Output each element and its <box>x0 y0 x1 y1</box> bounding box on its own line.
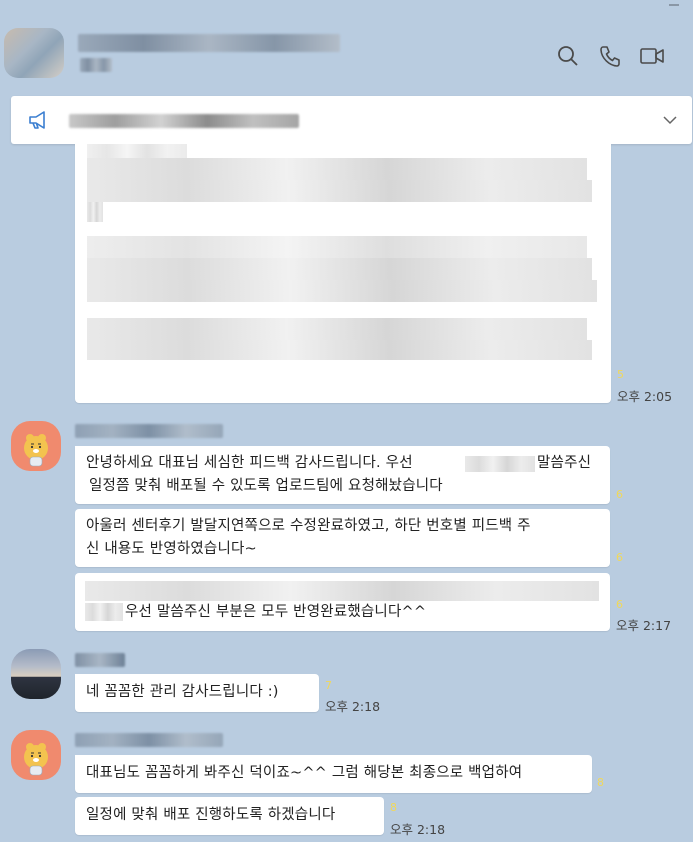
message-bubble[interactable]: 아울러 센터후기 발달지연쪽으로 수정완료하였고, 하단 번호별 피드백 주 신… <box>75 509 610 567</box>
message-time: 오후 2:18 <box>390 822 446 837</box>
message-bubble[interactable]: 안녕하세요 대표님 세심한 피드백 감사드립니다. 우선 말씀주신 일정쯤 맞춰… <box>75 446 610 504</box>
blurred-text-line <box>85 603 123 621</box>
unread-count: 5 <box>617 368 624 381</box>
blurred-text-line <box>87 318 587 340</box>
message-text: 네 꼼꼼한 관리 감사드립니다 :) <box>86 684 279 700</box>
message-text: 일정에 맞춰 배포 진행하도록 하겠습니다 <box>86 807 336 823</box>
chatroom-avatar[interactable] <box>4 28 64 78</box>
blurred-text-line <box>87 236 587 258</box>
unread-count: 6 <box>616 488 623 501</box>
message-bubble[interactable]: 일정에 맞춰 배포 진행하도록 하겠습니다 <box>75 797 384 835</box>
blurred-text <box>465 456 535 472</box>
chevron-down-icon[interactable] <box>658 108 682 132</box>
sender-name <box>75 424 223 438</box>
message-time: 오후 2:18 <box>325 699 381 714</box>
message-text: 안녕하세요 대표님 세심한 피드백 감사드립니다. 우선 <box>86 455 413 471</box>
message-text: 말씀주신 <box>537 455 592 471</box>
sender-avatar[interactable] <box>11 421 61 471</box>
notice-bar[interactable] <box>11 96 692 144</box>
unread-count: 6 <box>616 598 623 611</box>
message-time: 오후 2:05 <box>617 389 673 404</box>
sender-avatar[interactable] <box>11 730 61 780</box>
unread-count: 8 <box>390 801 397 814</box>
chatroom-title[interactable] <box>78 34 340 52</box>
message-text: 아울러 센터후기 발달지연쪽으로 수정완료하였고, 하단 번호별 피드백 주 <box>86 518 531 534</box>
blurred-text-line <box>87 202 103 222</box>
message-bubble[interactable]: 대표님도 꼼꼼하게 봐주신 덕이죠~^^ 그럼 해당본 최종으로 백업하여 <box>75 755 592 793</box>
unread-count: 8 <box>597 776 604 789</box>
message-time: 오후 2:17 <box>616 618 672 633</box>
chatroom-member-count <box>80 58 112 72</box>
unread-count: 6 <box>616 551 623 564</box>
window-menu-handle[interactable] <box>669 0 679 6</box>
message-text: 대표님도 꼼꼼하게 봐주신 덕이죠~^^ 그럼 해당본 최종으로 백업하여 <box>86 765 523 781</box>
blurred-text-line <box>87 340 592 360</box>
megaphone-icon <box>27 108 51 132</box>
message-text: 신 내용도 반영하였습니다~ <box>86 541 257 557</box>
sender-avatar[interactable] <box>11 649 61 699</box>
blurred-text-line <box>87 258 592 280</box>
notice-text <box>69 114 299 128</box>
sender-name <box>75 653 125 667</box>
blurred-text-line <box>85 581 599 601</box>
message-bubble[interactable]: 네 꼼꼼한 관리 감사드립니다 :) <box>75 674 319 712</box>
blurred-text-line <box>87 158 587 180</box>
sender-name <box>75 733 223 747</box>
phone-icon[interactable] <box>597 43 623 69</box>
unread-count: 7 <box>325 679 332 692</box>
blurred-text-line <box>87 180 592 202</box>
message-bubble[interactable] <box>75 144 611 403</box>
search-icon[interactable] <box>555 43 581 69</box>
blurred-text-line <box>87 280 597 302</box>
message-bubble[interactable]: 우선 말씀주신 부분은 모두 반영완료했습니다^^ <box>75 573 610 631</box>
video-call-icon[interactable] <box>639 43 665 69</box>
message-text: 일정쯤 맞춰 배포될 수 있도록 업로드팀에 요청해놨습니다 <box>89 478 443 494</box>
message-text: 우선 말씀주신 부분은 모두 반영완료했습니다^^ <box>125 604 427 620</box>
